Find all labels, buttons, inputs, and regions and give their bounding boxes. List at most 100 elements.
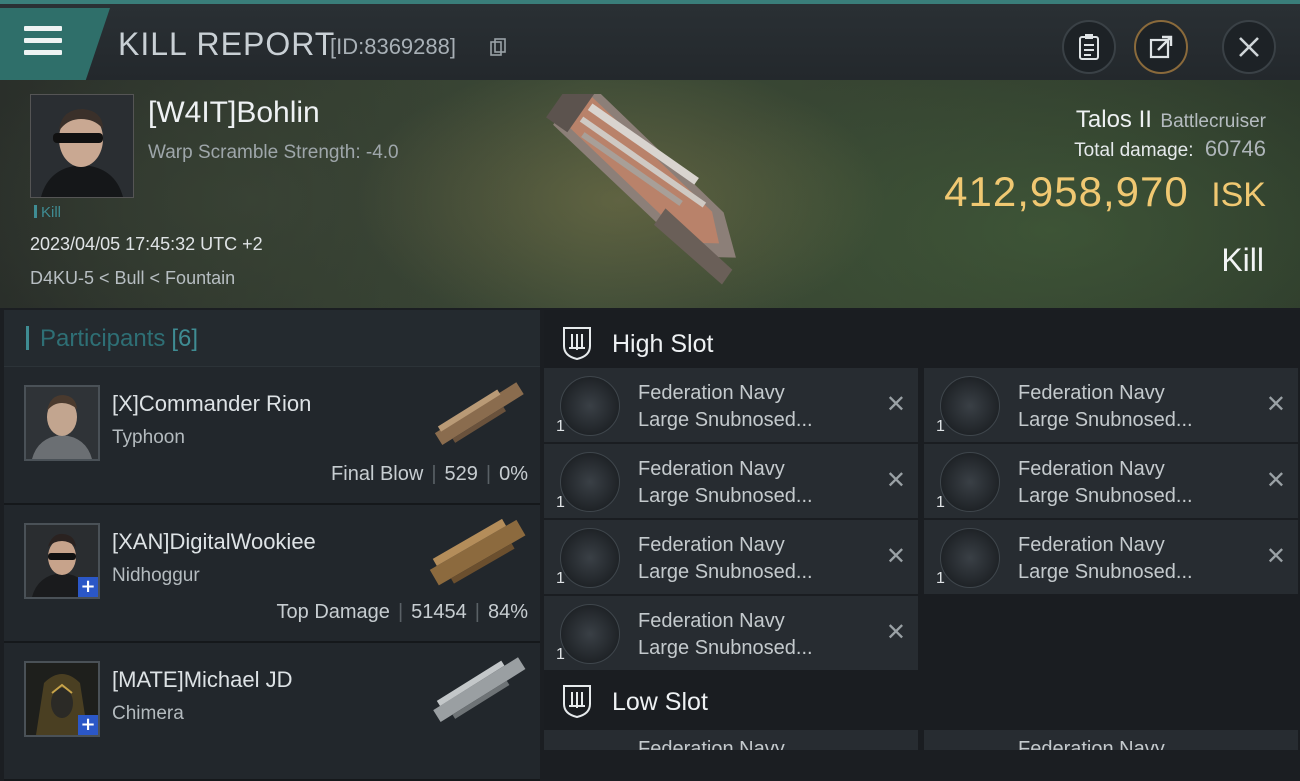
module-name-line2: Large Snubnosed... bbox=[638, 485, 813, 507]
isk-value: 412,958,970 bbox=[944, 168, 1189, 215]
x-icon[interactable]: ✕ bbox=[1266, 390, 1286, 418]
low-slot-header: Low Slot bbox=[544, 672, 1300, 732]
module-item[interactable]: 1 Federation Navy Large Snubnosed... ✕ bbox=[544, 596, 918, 670]
participant-ship: Typhoon bbox=[112, 427, 185, 448]
victim-avatar[interactable] bbox=[30, 94, 134, 198]
module-item[interactable]: 1 Federation Navy Large Snubnosed... ✕ bbox=[544, 520, 918, 594]
close-button[interactable] bbox=[1222, 20, 1276, 74]
participant-ship-image bbox=[434, 382, 524, 445]
clipboard-button[interactable] bbox=[1062, 20, 1116, 74]
turret-icon bbox=[940, 376, 1000, 436]
victim-ship-name: Talos II bbox=[1075, 106, 1152, 133]
module-quantity: 1 bbox=[936, 494, 945, 511]
module-name-line1: Federation Navy bbox=[638, 458, 785, 480]
share-button[interactable] bbox=[1134, 20, 1188, 74]
page-title: KILL REPORT bbox=[118, 26, 336, 62]
participant-name: [X]Commander Rion bbox=[112, 391, 312, 416]
x-icon[interactable]: ✕ bbox=[886, 618, 906, 646]
participant-name: [XAN]DigitalWookiee bbox=[112, 529, 316, 554]
participant-role: Top Damage bbox=[276, 601, 390, 623]
module-quantity: 1 bbox=[936, 418, 945, 435]
x-icon[interactable]: ✕ bbox=[886, 466, 906, 494]
module-name-line2: Large Snubnosed... bbox=[1018, 409, 1193, 431]
participant-ship-image bbox=[429, 518, 526, 586]
turret-icon bbox=[560, 604, 620, 664]
module-name-line1: Federation Navy bbox=[638, 382, 785, 404]
participant-row[interactable]: [X]Commander Rion Typhoon Final Blow | 529… bbox=[4, 367, 540, 505]
module-item[interactable]: Federation Navy bbox=[544, 730, 918, 750]
participants-count: [6] bbox=[171, 325, 199, 352]
participant-ship: Nidhoggur bbox=[112, 565, 200, 586]
share-icon bbox=[1149, 35, 1173, 59]
module-name-line1: Federation Navy bbox=[1018, 534, 1165, 556]
plus-badge-icon: + bbox=[78, 715, 98, 735]
module-name-line1: Federation Navy bbox=[1018, 382, 1165, 404]
participant-damage: 51454 bbox=[411, 601, 467, 623]
warp-scramble-strength: Warp Scramble Strength: -4.0 bbox=[148, 142, 399, 163]
turret-icon bbox=[560, 528, 620, 588]
participant-damage: 529 bbox=[444, 463, 478, 485]
module-quantity: 1 bbox=[556, 646, 565, 663]
participant-avatar[interactable] bbox=[24, 385, 100, 461]
isk-unit: ISK bbox=[1211, 176, 1266, 214]
turret-icon bbox=[560, 452, 620, 512]
kill-tag: Kill bbox=[34, 204, 61, 221]
participants-header[interactable]: Participants [6] bbox=[4, 310, 540, 367]
module-name-line1: Federation Navy bbox=[1018, 458, 1165, 480]
victim-name: [W4IT]Bohlin bbox=[148, 96, 320, 129]
total-damage-value: 60746 bbox=[1204, 136, 1266, 161]
copy-icon[interactable] bbox=[490, 38, 506, 56]
module-name-line2: Large Snubnosed... bbox=[638, 561, 813, 583]
participant-row[interactable]: + [MATE]Michael JD Chimera bbox=[4, 643, 540, 781]
shield-slot-icon bbox=[563, 327, 591, 360]
low-slot-label: Low Slot bbox=[612, 688, 708, 716]
turret-icon bbox=[940, 528, 1000, 588]
participant-stats: Top Damage | 51454 | 84% bbox=[276, 601, 528, 623]
participant-row[interactable]: + [XAN]DigitalWookiee Nidhoggur Top Dama… bbox=[4, 505, 540, 643]
participants-panel: Participants [6] [X]Commander Rion Typhoo… bbox=[4, 310, 540, 781]
module-item[interactable]: Federation Navy bbox=[924, 730, 1298, 750]
close-icon bbox=[1239, 37, 1259, 57]
module-name-line2: Large Snubnosed... bbox=[638, 637, 813, 659]
hamburger-menu-icon[interactable] bbox=[24, 26, 62, 56]
participant-role: Final Blow bbox=[331, 463, 424, 485]
module-item[interactable]: 1 Federation Navy Large Snubnosed... ✕ bbox=[544, 444, 918, 518]
participants-label: Participants bbox=[40, 325, 166, 352]
turret-icon bbox=[940, 452, 1000, 512]
module-name-line1: Federation Navy bbox=[1018, 738, 1165, 750]
module-name-line2: Large Snubnosed... bbox=[1018, 561, 1193, 583]
module-item[interactable]: 1 Federation Navy Large Snubnosed... ✕ bbox=[924, 368, 1298, 442]
module-item[interactable]: 1 Federation Navy Large Snubnosed... ✕ bbox=[544, 368, 918, 442]
x-icon[interactable]: ✕ bbox=[886, 390, 906, 418]
module-item[interactable]: 1 Federation Navy Large Snubnosed... ✕ bbox=[924, 444, 1298, 518]
x-icon[interactable]: ✕ bbox=[1266, 466, 1286, 494]
high-slot-label: High Slot bbox=[612, 330, 714, 358]
fitting-panel: High Slot 1 Federation Navy Large Snubnos… bbox=[544, 310, 1300, 750]
kill-datetime: 2023/04/05 17:45:32 UTC +2 bbox=[30, 234, 263, 254]
x-icon[interactable]: ✕ bbox=[886, 542, 906, 570]
participant-avatar[interactable]: + bbox=[24, 523, 100, 599]
top-bar: KILL REPORT [ID:8369288] bbox=[0, 0, 1300, 80]
module-name-line1: Federation Navy bbox=[638, 738, 785, 750]
turret-icon bbox=[560, 376, 620, 436]
module-name-line1: Federation Navy bbox=[638, 610, 785, 632]
clipboard-icon bbox=[1079, 34, 1099, 60]
kill-location[interactable]: D4KU-5 < Bull < Fountain bbox=[30, 268, 235, 289]
participant-ship-image bbox=[433, 657, 526, 723]
module-name-line2: Large Snubnosed... bbox=[638, 409, 813, 431]
participant-percent: 84% bbox=[487, 601, 528, 623]
module-quantity: 1 bbox=[936, 570, 945, 587]
module-quantity: 1 bbox=[556, 494, 565, 511]
participant-avatar[interactable]: + bbox=[24, 661, 100, 737]
module-item[interactable]: 1 Federation Navy Large Snubnosed... ✕ bbox=[924, 520, 1298, 594]
victim-summary: Talos II Battlecruiser Total damage: 607… bbox=[944, 106, 1266, 216]
participant-stats: Final Blow | 529 | 0% bbox=[331, 463, 528, 485]
plus-badge-icon: + bbox=[78, 577, 98, 597]
module-name-line2: Large Snubnosed... bbox=[1018, 485, 1193, 507]
high-slot-header: High Slot bbox=[544, 314, 1300, 374]
kill-outcome: Kill bbox=[1221, 242, 1264, 278]
victim-panel: [W4IT]Bohlin Warp Scramble Strength: -4.… bbox=[0, 80, 1300, 308]
victim-ship-image[interactable] bbox=[520, 94, 770, 294]
participant-ship: Chimera bbox=[112, 703, 184, 724]
x-icon[interactable]: ✕ bbox=[1266, 542, 1286, 570]
